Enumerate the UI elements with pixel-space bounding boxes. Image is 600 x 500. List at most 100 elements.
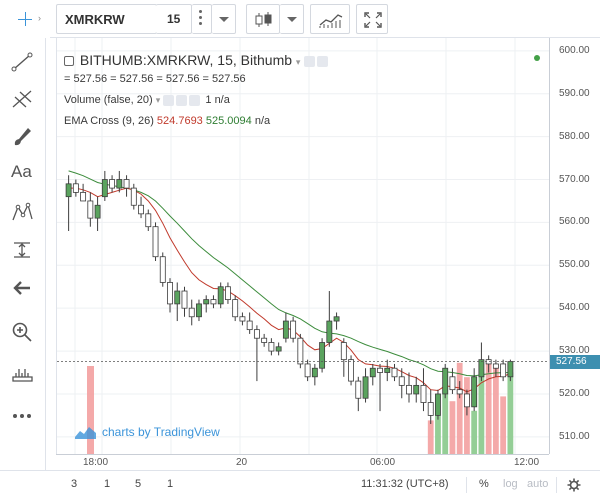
volume-bar [471,410,478,454]
price-axis[interactable]: 600.00 590.00 580.00 570.00 560.00 550.00 540.… [549,38,600,454]
log-scale-button[interactable]: log [503,478,518,490]
chevron-down-icon [219,17,229,22]
settings-icon[interactable] [176,94,188,106]
gear-icon[interactable] [567,478,581,492]
legend-ema-row: EMA Cross (9, 26) 524.7693 525.0094 n/a [64,115,270,127]
ema-slow-value: 525.0094 [205,115,252,127]
candle-body [246,320,253,331]
candle-body [326,320,333,343]
clock-display[interactable]: 11:31:32 (UTC+8) [361,478,449,490]
candle-body [109,179,116,189]
price-label: 520.00 [559,387,590,399]
brush-tool[interactable] [0,118,46,152]
interval-more-button[interactable] [192,4,212,34]
pattern-tool[interactable] [0,194,46,228]
chevron-down-icon[interactable]: ▾ [156,95,161,105]
trend-line-icon [11,52,33,72]
candle-body [268,342,275,352]
more-dots-icon [13,414,31,418]
chart-type-dropdown-button[interactable] [280,4,304,34]
interval-button[interactable]: 15 [156,4,192,34]
volume-bar [435,415,441,454]
close-icon[interactable] [189,94,201,106]
arrow-left-icon [13,281,30,295]
back-tool[interactable] [0,270,46,304]
time-label: 06:00 [370,457,396,468]
candle-body [116,179,123,189]
chart-type-button[interactable] [246,4,280,34]
market-status-dot [534,55,540,61]
volume-extra: n/a [214,94,230,106]
pitchfork-icon [12,90,32,108]
percent-scale-button[interactable]: % [479,478,489,490]
crosshair-tool-button[interactable]: › [0,0,50,38]
candle-body [369,367,376,378]
measure-tool[interactable] [0,232,46,266]
candle-body [398,376,405,386]
collapse-legend-icon[interactable] [64,56,74,67]
indicators-icon [319,14,343,28]
settings-icon[interactable] [304,55,316,67]
candle-body [420,384,427,403]
auto-scale-button[interactable]: auto [527,478,548,490]
range-button[interactable]: 5 [135,478,141,490]
more-tools-button[interactable] [0,398,46,432]
candle-body [377,367,383,373]
candle-body [123,179,130,189]
magnet-tool[interactable] [0,354,46,388]
symbol-search-input[interactable]: XMRKRW [56,4,157,34]
candle-body [174,290,181,305]
ema-fast-value: 524.7693 [156,115,203,127]
last-price-tag: 527.56 [550,354,600,369]
time-axis[interactable]: 18:00 20 06:00 12:00 [56,454,549,470]
price-label: 540.00 [559,302,590,314]
pitchfork-tool[interactable] [0,80,46,114]
eye-icon[interactable] [163,94,175,106]
range-button[interactable]: 3 [71,478,77,490]
candle-body [333,316,340,322]
candle-body [348,359,354,382]
candle-body [275,346,282,352]
candle-body [492,363,499,369]
candle-body [413,384,420,395]
zoom-tool[interactable] [0,314,46,348]
candle-body [449,376,456,391]
price-label: 590.00 [559,87,590,99]
candle-body [261,337,268,343]
trend-line-tool[interactable] [0,44,46,78]
pattern-icon [12,202,33,221]
candle-body [463,393,470,408]
candle-body [239,316,246,322]
zoom-in-icon [12,322,32,342]
candle-body [130,187,137,206]
price-label: 550.00 [559,259,590,271]
volume-bar [456,362,463,454]
text-tool[interactable]: Aa [0,156,46,190]
fullscreen-button[interactable] [356,4,388,34]
candle-body [355,380,362,399]
legend-symbol-row: BITHUMB:XMRKRW, 15, Bithumb ▾ [64,52,330,68]
indicators-button[interactable] [310,4,350,34]
range-button[interactable]: 1 [167,478,173,490]
candle-body [427,402,434,416]
candle-body [101,179,108,198]
volume-value: 1 [205,94,212,106]
candle-body [384,367,391,373]
volume-bar [485,362,492,454]
eye-icon[interactable] [317,55,329,67]
candle-body [138,204,144,215]
price-label: 580.00 [559,130,590,142]
candle-body [145,213,152,228]
fullscreen-icon [364,12,382,28]
candle-body [391,367,398,378]
brush-icon [14,128,31,146]
candle-body [406,384,412,395]
candle-body [232,299,239,318]
chevron-down-icon[interactable]: ▾ [296,57,301,67]
candle-body [72,183,79,193]
range-button[interactable]: 1 [104,478,110,490]
text-tool-label: Aa [11,162,32,181]
candle-body [319,342,326,369]
interval-dropdown-button[interactable] [212,4,236,34]
candle-body [253,329,260,339]
